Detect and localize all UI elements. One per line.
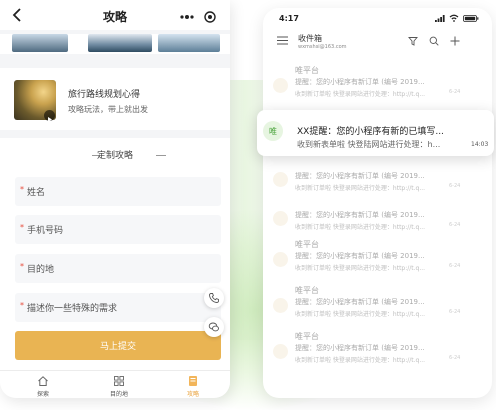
article-subtitle: 攻略玩法，带上就出发 bbox=[68, 105, 148, 114]
phone-icon bbox=[209, 293, 219, 303]
destination-field[interactable]: * 目的地 bbox=[15, 254, 221, 283]
phone-field[interactable]: * 手机号码 bbox=[15, 215, 221, 244]
avatar-initial: 唯 bbox=[269, 127, 277, 136]
filter-icon[interactable] bbox=[408, 36, 418, 46]
required-star: * bbox=[20, 223, 24, 232]
tab-guide[interactable]: 攻略 bbox=[163, 373, 223, 398]
avatar: 唯 bbox=[263, 121, 283, 141]
avatar bbox=[273, 344, 288, 359]
mail-subject: 提醒：您的小程序有新订单 (编号 2019... bbox=[295, 78, 425, 86]
avatar bbox=[273, 78, 288, 93]
scenery-thumbnail[interactable] bbox=[158, 34, 220, 52]
mail-row[interactable]: 唯平台 提醒：您的小程序有新订单 (编号 2019... 收到新订单啦 快登录网… bbox=[263, 284, 492, 330]
signal-icon bbox=[435, 15, 445, 22]
field-placeholder: 目的地 bbox=[27, 265, 55, 275]
tab-label: 目的地 bbox=[109, 391, 128, 398]
close-target-icon[interactable] bbox=[204, 11, 216, 23]
scenery-thumbnail[interactable] bbox=[88, 34, 152, 52]
tab-bar: 探索 目的地 攻略 bbox=[0, 370, 230, 398]
image-strip bbox=[0, 34, 230, 54]
field-placeholder: 手机号码 bbox=[27, 226, 64, 236]
mail-subject: 提醒：您的小程序有新订单 (编号 2019... bbox=[295, 252, 425, 260]
mail-time: 6-24 bbox=[449, 263, 461, 269]
new-mail-notification[interactable]: 唯 XX提醒：您的小程序有新的已填写... 收到新表单啦 快登陆网站进行处理：h… bbox=[257, 110, 494, 156]
play-icon bbox=[44, 110, 55, 122]
mail-sender: 唯平台 bbox=[295, 332, 319, 341]
mail-sender: 唯平台 bbox=[295, 66, 319, 75]
avatar bbox=[273, 172, 288, 187]
mini-program-phone: 攻略 旅行路线规划心得 攻略玩法，带上就出发 定制攻略 * 姓名 * 手机号码 … bbox=[0, 0, 230, 398]
article-title: 旅行路线规划心得 bbox=[68, 90, 141, 100]
avatar bbox=[273, 211, 288, 226]
customer-service-button[interactable] bbox=[204, 317, 224, 337]
search-icon[interactable] bbox=[429, 36, 439, 46]
mail-row[interactable]: 唯平台 提醒：您的小程序有新订单 (编号 2019... 收到新订单啦 快登录网… bbox=[263, 330, 492, 376]
mail-subject: 提醒：您的小程序有新订单 (编号 2019... bbox=[295, 344, 425, 352]
name-field[interactable]: * 姓名 bbox=[15, 177, 221, 206]
mail-subject: 提醒：您的小程序有新订单 (编号 2019... bbox=[295, 211, 425, 219]
mail-sender: 唯平台 bbox=[295, 286, 319, 295]
mail-sender: 唯平台 bbox=[295, 240, 319, 249]
mail-time: 6-24 bbox=[449, 183, 461, 189]
required-star: * bbox=[20, 301, 24, 310]
mail-preview: 收到新订单啦 快登录网站进行处理：http://t.q... bbox=[295, 311, 426, 318]
more-dots-icon[interactable] bbox=[180, 14, 194, 20]
avatar bbox=[273, 252, 288, 267]
tab-label: 探索 bbox=[36, 391, 49, 398]
battery-icon bbox=[463, 15, 479, 22]
notification-preview: 收到新表单啦 快登陆网站进行处理：h... bbox=[297, 140, 441, 149]
phone-call-button[interactable] bbox=[204, 288, 224, 308]
form-heading-text: 定制攻略 bbox=[96, 151, 133, 161]
mail-preview: 收到新订单啦 快登录网站进行处理：http://t.q... bbox=[295, 91, 426, 98]
mail-time: 6-24 bbox=[449, 89, 461, 95]
custom-guide-form: 定制攻略 * 姓名 * 手机号码 * 目的地 * 描述你一些特殊的需求 马上提交 bbox=[0, 138, 230, 370]
required-star: * bbox=[20, 262, 24, 271]
nav-bar: 攻略 bbox=[0, 0, 230, 30]
mail-row[interactable]: 提醒：您的小程序有新订单 (编号 2019... 收到新订单啦 快登录网站进行处… bbox=[263, 197, 492, 243]
home-icon bbox=[38, 376, 48, 386]
divider bbox=[156, 155, 166, 156]
wifi-icon bbox=[449, 14, 459, 22]
capsule-menu bbox=[170, 8, 222, 26]
mail-app-phone: 4:17 收件箱 wxmshsi@163.com 唯平台 提醒：您的小程序有新订… bbox=[263, 8, 492, 398]
form-heading: 定制攻略 bbox=[0, 148, 230, 162]
mail-time: 6-24 bbox=[449, 355, 461, 361]
grid-icon bbox=[114, 376, 124, 386]
menu-icon[interactable] bbox=[277, 36, 288, 45]
tab-explore[interactable]: 探索 bbox=[13, 373, 73, 398]
field-placeholder: 姓名 bbox=[27, 188, 46, 198]
mail-preview: 收到新订单啦 快登录网站进行处理：http://t.q... bbox=[295, 224, 426, 231]
requirements-field[interactable]: * 描述你一些特殊的需求 bbox=[15, 293, 221, 322]
tab-destination[interactable]: 目的地 bbox=[89, 373, 149, 398]
mail-time: 6-24 bbox=[449, 309, 461, 315]
mail-row[interactable]: 唯平台 提醒：您的小程序有新订单 (编号 2019... 收到新订单啦 快登录网… bbox=[263, 238, 492, 284]
guide-icon bbox=[189, 376, 197, 386]
account-email: wxmshsi@163.com bbox=[298, 44, 347, 50]
mail-preview: 收到新订单啦 快登录网站进行处理：http://t.q... bbox=[295, 185, 426, 192]
mail-time: 6-24 bbox=[449, 222, 461, 228]
submit-button[interactable]: 马上提交 bbox=[15, 331, 221, 360]
status-bar: 4:17 bbox=[263, 8, 492, 28]
mail-preview: 收到新订单啦 快登录网站进行处理：http://t.q... bbox=[295, 357, 426, 364]
notification-time: 14:03 bbox=[471, 141, 489, 148]
article-card[interactable]: 旅行路线规划心得 攻略玩法，带上就出发 bbox=[0, 68, 230, 130]
status-time: 4:17 bbox=[279, 14, 299, 23]
tab-label: 攻略 bbox=[186, 391, 199, 398]
field-placeholder: 描述你一些特殊的需求 bbox=[27, 304, 118, 314]
chat-icon bbox=[208, 322, 219, 332]
mail-row[interactable]: 唯平台 提醒：您的小程序有新订单 (编号 2019... 收到新订单啦 快登录网… bbox=[263, 64, 492, 110]
required-star: * bbox=[20, 185, 24, 194]
mail-preview: 收到新订单啦 快登录网站进行处理：http://t.q... bbox=[295, 265, 426, 272]
mail-subject: 提醒：您的小程序有新订单 (编号 2019... bbox=[295, 172, 425, 180]
plus-icon[interactable] bbox=[450, 36, 460, 46]
notification-title: XX提醒：您的小程序有新的已填写... bbox=[297, 127, 444, 137]
submit-label: 马上提交 bbox=[99, 342, 136, 352]
inbox-title: 收件箱 bbox=[298, 34, 322, 43]
avatar bbox=[273, 298, 288, 313]
mail-subject: 提醒：您的小程序有新订单 (编号 2019... bbox=[295, 298, 425, 306]
scenery-thumbnail[interactable] bbox=[12, 34, 68, 52]
mail-header: 收件箱 wxmshsi@163.com bbox=[263, 30, 492, 56]
